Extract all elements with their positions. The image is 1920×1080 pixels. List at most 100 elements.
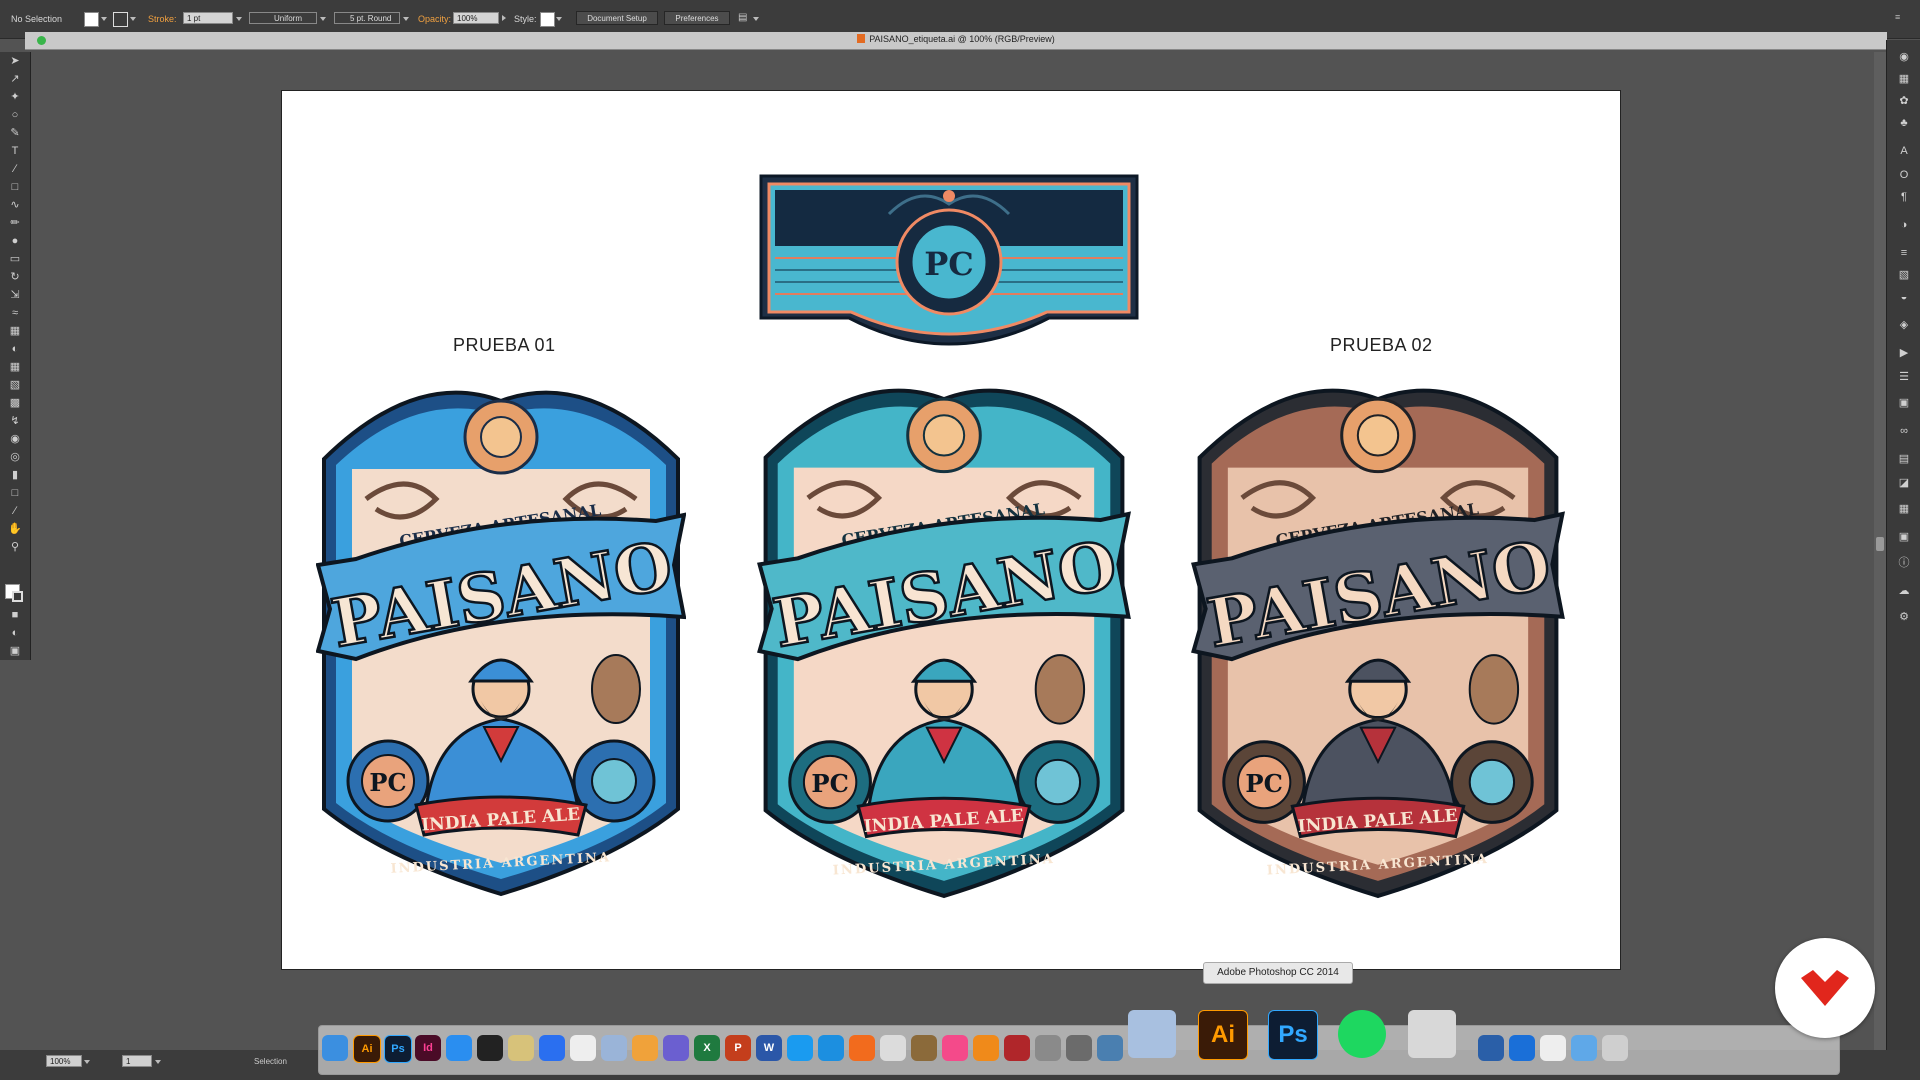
opacity-field[interactable]: 100% <box>453 12 499 24</box>
pencil-tool-icon[interactable]: ✏ <box>8 216 22 230</box>
stroke-dropdown-icon[interactable] <box>130 17 136 21</box>
dock-usb-icon[interactable] <box>1540 1035 1566 1061</box>
style-swatch[interactable] <box>540 12 555 27</box>
screen-mode-icon[interactable]: ▣ <box>8 644 22 658</box>
pathfinder-panel-icon[interactable]: ◪ <box>1897 476 1911 490</box>
dock-books-gear-icon[interactable] <box>911 1035 937 1061</box>
dock-spotify-icon[interactable] <box>1338 1010 1386 1058</box>
dock-safari-icon[interactable] <box>787 1035 813 1061</box>
dock-powerpoint-icon[interactable]: P <box>725 1035 751 1061</box>
stroke-weight-dropdown-icon[interactable] <box>236 17 242 21</box>
dock-dropbox-icon[interactable] <box>539 1035 565 1061</box>
dock-skype-icon[interactable] <box>818 1035 844 1061</box>
scale-tool-icon[interactable]: ⇲ <box>8 288 22 302</box>
gradient-tool-icon[interactable]: ▩ <box>8 396 22 410</box>
brush-dropdown-icon[interactable] <box>403 17 409 21</box>
cc-libraries-panel-icon[interactable]: ☁ <box>1897 584 1911 598</box>
dock-ibooks-icon[interactable] <box>973 1035 999 1061</box>
color-panel-icon[interactable]: ◉ <box>1897 50 1911 64</box>
dock-imovie-icon[interactable] <box>663 1035 689 1061</box>
arrange-dropdown-icon[interactable] <box>753 17 759 21</box>
dock-image-capture-icon[interactable] <box>1097 1035 1123 1061</box>
dock-system-prefs-icon[interactable] <box>1035 1035 1061 1061</box>
eyedropper-tool-icon[interactable]: ↯ <box>8 414 22 428</box>
transform-panel-icon[interactable]: ▦ <box>1897 502 1911 516</box>
dock-indesign-icon[interactable]: Id <box>415 1035 441 1061</box>
arrange-icon[interactable]: ▤ <box>738 12 750 24</box>
beer-label-center[interactable]: CERVEZA ARTESANALPAISANOPCINDIA PALE ALE… <box>754 387 1134 901</box>
beer-label-prueba-01[interactable]: CERVEZA ARTESANALPAISANOPCINDIA PALE ALE… <box>316 389 686 899</box>
stroke-profile-dropdown-icon[interactable] <box>320 17 326 21</box>
dock-photos-icon[interactable] <box>632 1035 658 1061</box>
dock-photoshop-icon[interactable]: Ps <box>384 1035 412 1063</box>
column-graph-tool-icon[interactable]: ▮ <box>8 468 22 482</box>
paintbrush-tool-icon[interactable]: ∿ <box>8 198 22 212</box>
magic-wand-tool-icon[interactable]: ✦ <box>8 90 22 104</box>
character-panel-icon[interactable]: A <box>1897 144 1911 158</box>
paragraph-panel-icon[interactable]: ¶ <box>1897 190 1911 204</box>
swatches-panel-icon[interactable]: ▦ <box>1897 72 1911 86</box>
symbols-panel-icon[interactable]: ♣ <box>1897 116 1911 130</box>
dock-folder-icon[interactable] <box>1571 1035 1597 1061</box>
vertical-scrollbar[interactable] <box>1874 52 1886 1050</box>
beer-label-prueba-02[interactable]: CERVEZA ARTESANALPAISANOPCINDIA PALE ALE… <box>1188 387 1568 901</box>
dock-itunes-icon[interactable] <box>942 1035 968 1061</box>
opacity-label[interactable]: Opacity: <box>418 14 451 24</box>
transparency-panel-icon[interactable]: ◒ <box>1897 290 1911 304</box>
navigator-panel-icon[interactable]: ▣ <box>1897 530 1911 544</box>
dock-text-edit-icon[interactable] <box>570 1035 596 1061</box>
style-dropdown-icon[interactable] <box>556 17 562 21</box>
artboards-panel-icon[interactable]: ▣ <box>1897 396 1911 410</box>
fill-dropdown-icon[interactable] <box>101 17 107 21</box>
gradient-panel-icon[interactable]: ▧ <box>1897 268 1911 282</box>
free-transform-tool-icon[interactable]: ▦ <box>8 324 22 338</box>
dock-preview-2-icon[interactable] <box>1128 1010 1176 1058</box>
dock-illustrator-icon[interactable]: Ai <box>353 1035 381 1063</box>
vertical-scrollbar-thumb[interactable] <box>1876 537 1884 551</box>
dock-launchpad-icon[interactable] <box>880 1035 906 1061</box>
neck-label[interactable]: PC <box>759 174 1139 350</box>
pen-tool-icon[interactable]: ✎ <box>8 126 22 140</box>
actions-panel-icon[interactable]: ▶ <box>1897 346 1911 360</box>
stroke-weight-field[interactable]: 1 pt <box>183 12 233 24</box>
zoom-level-field[interactable]: 100% <box>46 1055 82 1067</box>
blend-tool-icon[interactable]: ◉ <box>8 432 22 446</box>
links-panel-icon[interactable]: ∞ <box>1897 424 1911 438</box>
zoom-dropdown-icon[interactable] <box>84 1060 90 1064</box>
dock-finder-icon[interactable] <box>322 1035 348 1061</box>
draw-mode-icon[interactable]: ◐ <box>8 626 22 640</box>
stroke-label[interactable]: Stroke: <box>148 14 177 24</box>
direct-selection-tool-icon[interactable]: ↗ <box>8 72 22 86</box>
perspective-grid-tool-icon[interactable]: ▦ <box>8 360 22 374</box>
dock-app-store-icon[interactable] <box>446 1035 472 1061</box>
dock-excel-icon[interactable]: X <box>694 1035 720 1061</box>
dock-virtualbox-icon[interactable] <box>1478 1035 1504 1061</box>
align-panel-icon[interactable]: ▤ <box>1897 452 1911 466</box>
stroke-color-icon[interactable] <box>12 591 23 602</box>
brush-field[interactable]: 5 pt. Round <box>334 12 400 24</box>
type-tool-icon[interactable]: T <box>8 144 22 158</box>
stroke-profile-field[interactable]: Uniform <box>249 12 317 24</box>
opentype-panel-icon[interactable]: O <box>1897 168 1911 182</box>
dock-notes-icon[interactable] <box>508 1035 534 1061</box>
lasso-tool-icon[interactable]: ○ <box>8 108 22 122</box>
dock-photoshop-large-icon[interactable]: Ps <box>1268 1010 1318 1060</box>
layers-panel-icon[interactable]: ☰ <box>1897 370 1911 384</box>
properties-panel-icon[interactable]: ⚙ <box>1897 610 1911 624</box>
rotate-tool-icon[interactable]: ↻ <box>8 270 22 284</box>
mesh-tool-icon[interactable]: ▧ <box>8 378 22 392</box>
dock-trash-icon[interactable] <box>1602 1035 1628 1061</box>
dock-davinci-icon[interactable] <box>477 1035 503 1061</box>
dock-firefox-icon[interactable] <box>849 1035 875 1061</box>
selection-tool-icon[interactable]: ➤ <box>8 54 22 68</box>
info-panel-icon[interactable]: ⓘ <box>1897 556 1911 570</box>
width-tool-icon[interactable]: ≈ <box>8 306 22 320</box>
artboard-number-field[interactable]: 1 <box>122 1055 152 1067</box>
hand-tool-icon[interactable]: ✋ <box>8 522 22 536</box>
stroke-panel-icon[interactable]: ≡ <box>1897 246 1911 260</box>
document-setup-button[interactable]: Document Setup <box>576 11 658 25</box>
artboard-tool-icon[interactable]: □ <box>8 486 22 500</box>
artboard-dropdown-icon[interactable] <box>155 1060 161 1064</box>
fill-swatch[interactable] <box>84 12 99 27</box>
brushes-panel-icon[interactable]: ✿ <box>1897 94 1911 108</box>
